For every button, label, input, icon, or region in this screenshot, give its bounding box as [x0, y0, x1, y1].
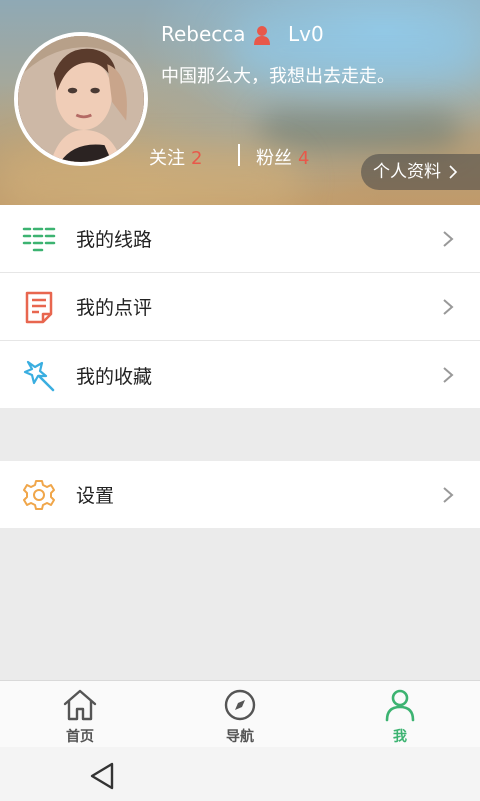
home-icon [63, 689, 97, 721]
tab-label: 导航 [226, 729, 254, 745]
favorite-star-wand-icon [23, 360, 55, 392]
chevron-right-icon [443, 486, 454, 503]
menu-item-label: 我的点评 [76, 297, 153, 319]
follow-stat[interactable]: 关注 2 [149, 144, 202, 170]
avatar[interactable] [14, 32, 148, 166]
chevron-right-icon [449, 165, 458, 179]
fans-label: 粉丝 [256, 148, 292, 169]
menu-item-reviews[interactable]: 我的点评 [0, 273, 480, 341]
compass-icon [224, 689, 256, 721]
stat-divider [238, 144, 240, 166]
chevron-right-icon [443, 230, 454, 247]
chevron-right-icon [443, 298, 454, 315]
menu-item-favorites[interactable]: 我的收藏 [0, 341, 480, 409]
menu-item-settings[interactable]: 设置 [0, 461, 480, 528]
tab-navigation[interactable]: 导航 [160, 681, 320, 747]
tab-me[interactable]: 我 [320, 681, 480, 747]
review-note-icon [25, 291, 53, 323]
tab-home[interactable]: 首页 [0, 681, 160, 747]
user-level: Lv0 [288, 22, 324, 46]
menu-item-routes[interactable]: 我的线路 [0, 205, 480, 273]
chevron-right-icon [443, 367, 454, 383]
route-list-icon [22, 227, 56, 251]
menu-list: 我的线路 我的点评 我的收藏 [0, 205, 480, 408]
user-signature: 中国那么大，我想出去走走。 [161, 66, 395, 87]
avatar-image [18, 36, 144, 162]
menu-item-label: 我的收藏 [76, 365, 153, 388]
menu-item-label: 设置 [76, 485, 115, 507]
system-nav-bar [0, 747, 480, 801]
fans-count: 4 [298, 148, 310, 169]
bottom-tab-bar: 首页 导航 我 [0, 680, 480, 747]
username: Rebecca [161, 22, 246, 46]
profile-details-button[interactable]: 个人资料 [361, 154, 480, 190]
tab-label: 首页 [66, 729, 94, 745]
gear-icon [23, 479, 55, 510]
profile-header: Rebecca Lv0 中国那么大，我想出去走走。 关注 2 粉丝 4 个人资料 [0, 0, 480, 205]
settings-group: 设置 [0, 461, 480, 528]
tab-label: 我 [393, 729, 407, 745]
profile-details-label: 个人资料 [373, 162, 441, 182]
back-triangle-icon[interactable] [88, 761, 118, 791]
fans-stat[interactable]: 粉丝 4 [256, 144, 309, 170]
user-icon [385, 689, 415, 722]
menu-item-label: 我的线路 [76, 229, 153, 251]
follow-label: 关注 [149, 148, 185, 169]
user-female-icon [254, 26, 270, 45]
follow-count: 2 [191, 148, 203, 169]
